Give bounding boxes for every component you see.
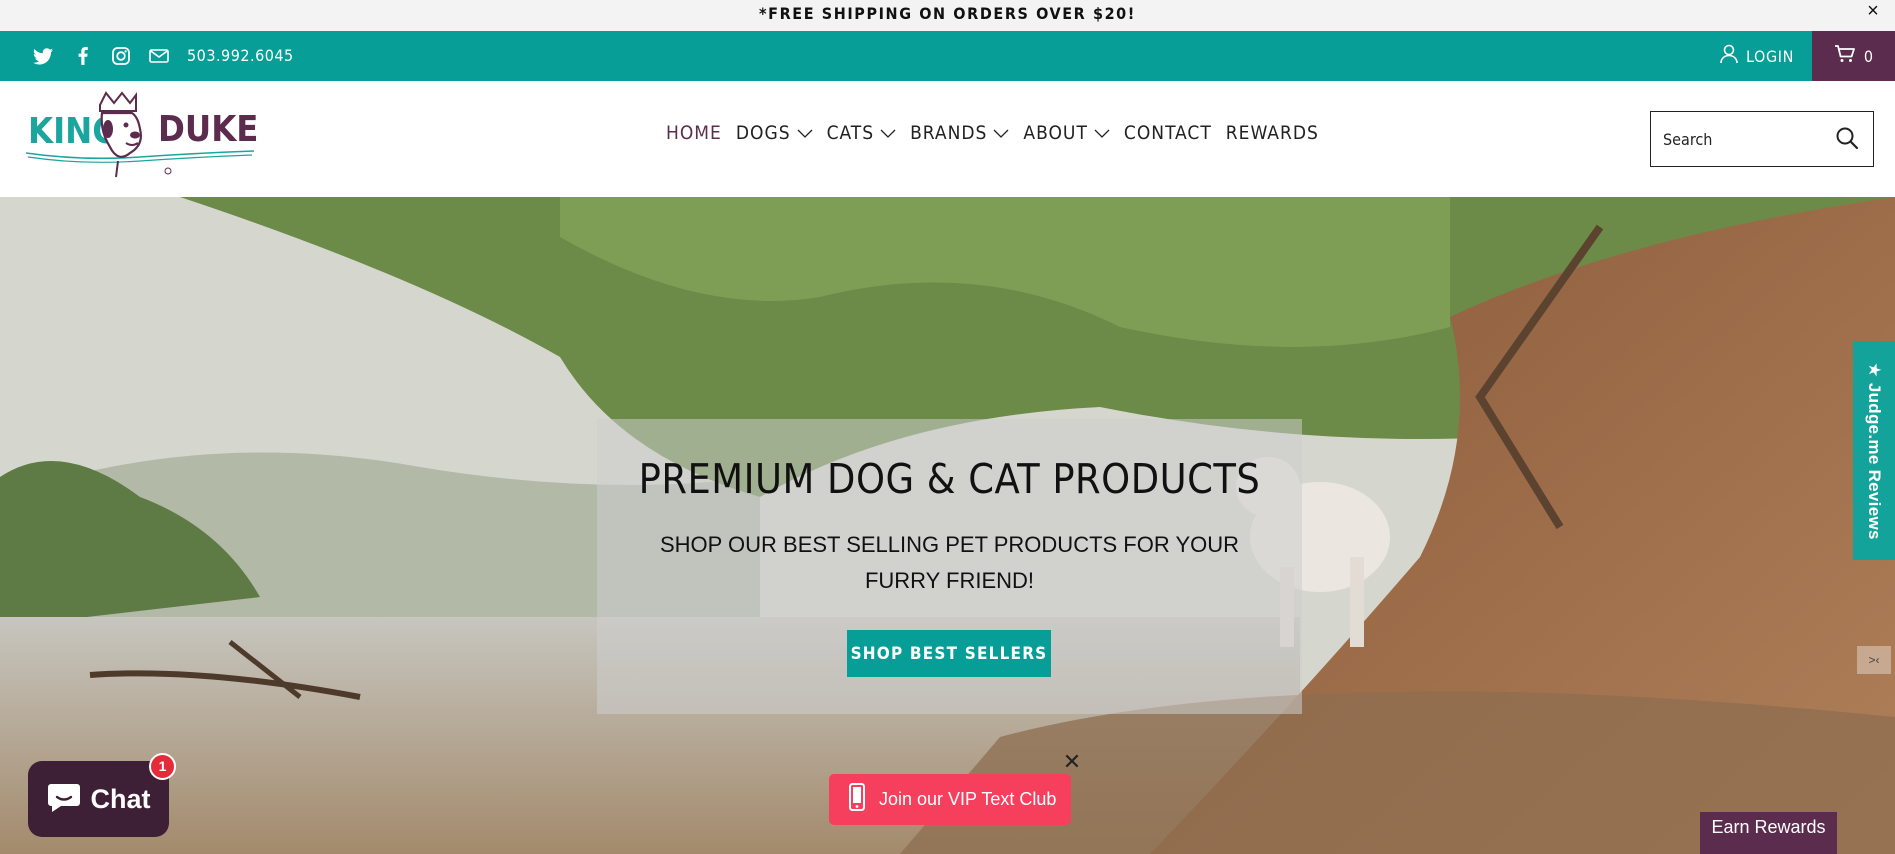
announcement-bar: *FREE SHIPPING ON ORDERS OVER $20! × xyxy=(0,0,1895,31)
nav-dogs[interactable]: DOGS xyxy=(736,122,813,144)
instagram-icon[interactable] xyxy=(110,31,132,81)
cart-button[interactable]: 0 xyxy=(1812,31,1895,81)
nav-contact[interactable]: CONTACT xyxy=(1124,122,1212,144)
nav-rewards-label: REWARDS xyxy=(1225,122,1319,144)
cart-icon xyxy=(1834,45,1856,67)
chat-button[interactable]: Chat xyxy=(28,761,169,837)
nav-dogs-label: DOGS xyxy=(735,122,791,144)
chat-label: Chat xyxy=(90,783,151,814)
phone-icon xyxy=(849,783,865,816)
site-logo[interactable]: KING DUKE'S xyxy=(22,91,292,183)
cart-count: 0 xyxy=(1863,46,1874,66)
judge-me-reviews-label: ★ Judge.me Reviews xyxy=(1865,361,1884,540)
earn-rewards-button[interactable]: Earn Rewards xyxy=(1700,812,1837,854)
login-link[interactable]: LOGIN xyxy=(1720,31,1794,81)
nav-cats[interactable]: CATS xyxy=(827,122,896,144)
nav-brands[interactable]: BRANDS xyxy=(910,122,1009,144)
nav-about[interactable]: ABOUT xyxy=(1023,122,1110,144)
announcement-close-icon[interactable]: × xyxy=(1863,0,1883,24)
nav-home-label: HOME xyxy=(666,122,722,144)
site-header: KING DUKE'S HOME DOGS CATS BRANDS xyxy=(0,81,1895,197)
judge-me-reviews-tab[interactable]: ★ Judge.me Reviews xyxy=(1853,341,1895,560)
shop-best-sellers-button[interactable]: SHOP BEST SELLERS xyxy=(847,630,1051,677)
login-label: LOGIN xyxy=(1746,46,1794,66)
chevron-down-icon xyxy=(880,129,896,138)
top-bar: 503.992.6045 LOGIN 0 xyxy=(0,31,1895,81)
vip-label: Join our VIP Text Club xyxy=(879,789,1057,809)
user-icon xyxy=(1720,44,1738,68)
nav-rewards[interactable]: REWARDS xyxy=(1226,122,1319,144)
vip-text-club-button[interactable]: Join our VIP Text Club xyxy=(829,774,1071,825)
nav-brands-label: BRANDS xyxy=(910,122,988,144)
chevron-down-icon xyxy=(993,129,1009,138)
hero-title: PREMIUM DOG & CAT PRODUCTS xyxy=(638,455,1261,503)
nav-contact-label: CONTACT xyxy=(1123,122,1212,144)
search-icon[interactable] xyxy=(1835,126,1861,152)
hero-subtitle: SHOP OUR BEST SELLING PET PRODUCTS FOR Y… xyxy=(659,532,1240,593)
chevron-down-icon xyxy=(1094,129,1110,138)
vip-close-icon[interactable]: ✕ xyxy=(1060,751,1084,775)
chevron-down-icon xyxy=(797,129,813,138)
phone-number[interactable]: 503.992.6045 xyxy=(187,31,294,81)
search-box xyxy=(1650,111,1874,167)
chat-bubble-icon xyxy=(47,780,81,819)
nav-cats-label: CATS xyxy=(826,122,875,144)
hero-banner: PREMIUM DOG & CAT PRODUCTS SHOP OUR BEST… xyxy=(0,197,1895,854)
main-nav: HOME DOGS CATS BRANDS ABOUT CONTACT REWA… xyxy=(666,118,1333,148)
nav-about-label: ABOUT xyxy=(1023,122,1088,144)
nav-home[interactable]: HOME xyxy=(666,122,722,144)
search-input[interactable] xyxy=(1651,112,1821,166)
svg-text:DUKE'S: DUKE'S xyxy=(158,109,258,150)
email-icon[interactable] xyxy=(148,31,170,81)
announcement-text: *FREE SHIPPING ON ORDERS OVER $20! xyxy=(759,4,1136,23)
facebook-icon[interactable] xyxy=(74,31,92,81)
twitter-icon[interactable] xyxy=(30,31,56,81)
side-collapse-icon[interactable]: >‹ xyxy=(1857,646,1891,674)
chat-notification-badge: 1 xyxy=(149,753,176,780)
